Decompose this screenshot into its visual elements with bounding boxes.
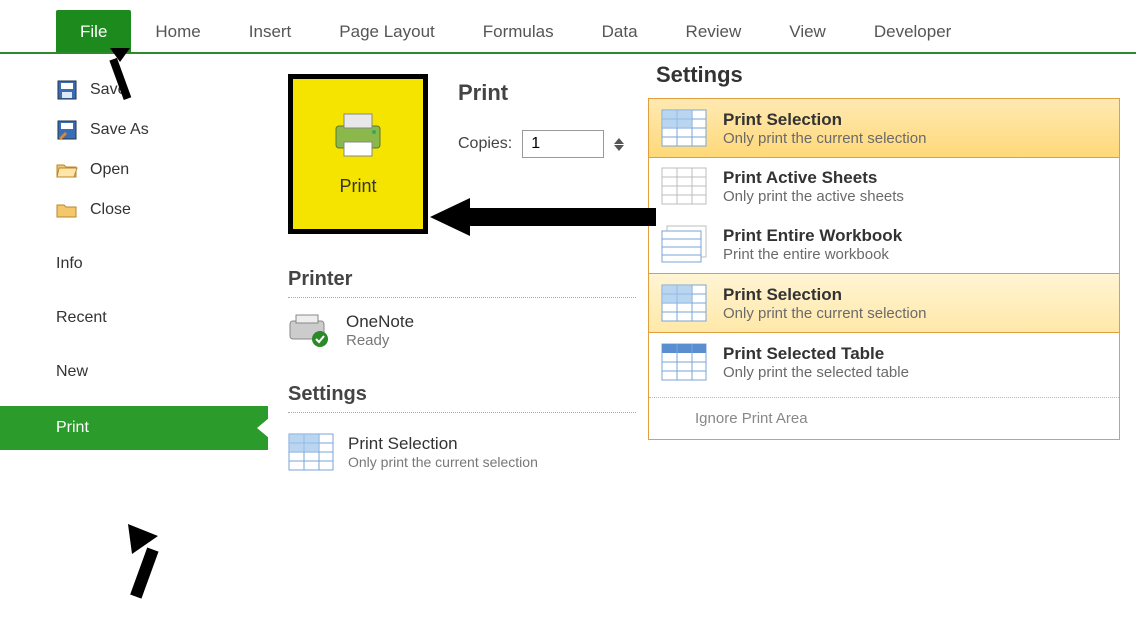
option-sub: Only print the current selection — [348, 454, 538, 470]
annotation-arrow-print-button — [430, 192, 660, 242]
print-what-selector[interactable]: Print Selection Only print the current s… — [288, 427, 636, 477]
printer-name: OneNote — [346, 312, 414, 332]
backstage-print[interactable]: Print — [0, 406, 268, 450]
tab-home[interactable]: Home — [131, 10, 224, 52]
option-print-entire-workbook[interactable]: Print Entire WorkbookPrint the entire wo… — [649, 215, 1119, 273]
title: Print Selection — [723, 285, 926, 305]
title: Print Active Sheets — [723, 168, 904, 188]
floppy-icon — [56, 79, 78, 101]
backstage-new[interactable]: New — [56, 352, 268, 392]
title: Print Entire Workbook — [723, 226, 902, 246]
label: Close — [90, 201, 131, 219]
chevron-up-icon[interactable] — [614, 138, 624, 144]
backstage-save-as[interactable]: Save As — [56, 110, 268, 150]
title: Print Selected Table — [723, 344, 909, 364]
sub: Only print the active sheets — [723, 188, 904, 205]
settings-dropdown-panel: Settings Print SelectionOnly print the c… — [648, 54, 1136, 626]
divider — [288, 297, 636, 298]
printer-status-icon — [288, 313, 332, 349]
option-title: Print Selection — [348, 434, 538, 454]
ribbon-tabs: File Home Insert Page Layout Formulas Da… — [0, 0, 1136, 54]
tab-insert[interactable]: Insert — [225, 10, 316, 52]
save-as-icon — [56, 119, 78, 141]
tab-file[interactable]: File — [56, 10, 131, 52]
print-panel: Print Print Copies: Printer — [268, 54, 648, 626]
title: Print Selection — [723, 110, 926, 130]
label: Print — [56, 419, 89, 437]
option-print-selection-highlighted[interactable]: Print SelectionOnly print the current se… — [648, 273, 1120, 333]
backstage-info[interactable]: Info — [56, 244, 268, 284]
folder-open-icon — [56, 159, 78, 181]
sub: Only print the current selection — [723, 130, 926, 147]
sub: Print the entire workbook — [723, 246, 902, 263]
grid-icon — [661, 343, 707, 381]
copies-spinner[interactable] — [614, 138, 624, 151]
sub: Only print the current selection — [723, 305, 926, 322]
option-print-selection[interactable]: Print SelectionOnly print the current se… — [648, 98, 1120, 158]
printer-heading: Printer — [288, 268, 636, 291]
label: Recent — [56, 309, 107, 327]
annotation-arrow-print-menu — [110, 524, 190, 604]
sub: Only print the selected table — [723, 364, 909, 381]
tab-view[interactable]: View — [765, 10, 850, 52]
tab-page-layout[interactable]: Page Layout — [315, 10, 458, 52]
chevron-down-icon[interactable] — [614, 145, 624, 151]
print-what-options: Print SelectionOnly print the current se… — [648, 98, 1120, 440]
grid-icon — [661, 167, 707, 205]
divider — [288, 412, 636, 413]
option-ignore-print-area[interactable]: Ignore Print Area — [649, 397, 1119, 439]
tab-review[interactable]: Review — [662, 10, 766, 52]
grid-icon — [661, 225, 707, 263]
option-print-selected-table[interactable]: Print Selected TableOnly print the selec… — [649, 333, 1119, 391]
label: Save As — [90, 121, 149, 139]
grid-icon — [288, 433, 334, 471]
print-button[interactable]: Print — [288, 74, 428, 234]
label: Info — [56, 255, 83, 273]
print-heading: Print — [458, 80, 624, 106]
tab-data[interactable]: Data — [578, 10, 662, 52]
label: New — [56, 363, 88, 381]
copies-label: Copies: — [458, 135, 512, 153]
folder-close-icon — [56, 199, 78, 221]
settings-heading: Settings — [656, 62, 1120, 88]
print-button-label: Print — [339, 176, 376, 197]
label: Open — [90, 161, 129, 179]
backstage-recent[interactable]: Recent — [56, 298, 268, 338]
printer-icon — [330, 112, 386, 160]
grid-icon — [661, 284, 707, 322]
tab-developer[interactable]: Developer — [850, 10, 976, 52]
backstage-save[interactable]: Save — [56, 70, 268, 110]
option-print-active-sheets[interactable]: Print Active SheetsOnly print the active… — [649, 157, 1119, 215]
backstage-close[interactable]: Close — [56, 190, 268, 230]
backstage-open[interactable]: Open — [56, 150, 268, 190]
copies-input[interactable] — [522, 130, 604, 158]
printer-status: Ready — [346, 332, 414, 349]
tab-formulas[interactable]: Formulas — [459, 10, 578, 52]
printer-selector[interactable]: OneNote Ready — [288, 312, 636, 349]
annotation-arrow-file-tab — [100, 48, 160, 108]
grid-icon — [661, 109, 707, 147]
settings-heading-center: Settings — [288, 383, 636, 406]
